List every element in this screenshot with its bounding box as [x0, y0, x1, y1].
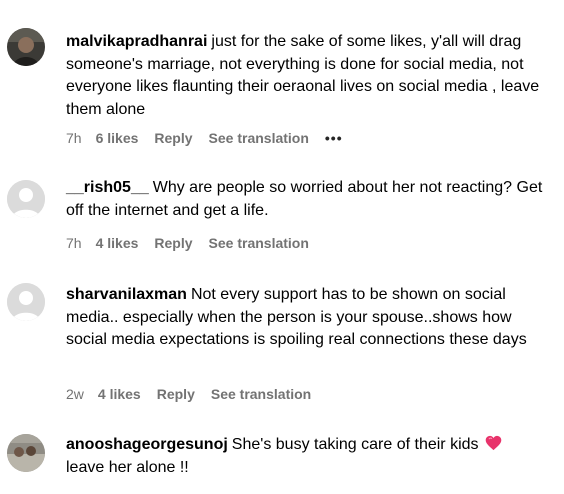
default-avatar-icon: [7, 180, 45, 218]
comment-text: __rish05__ Why are people so worried abou…: [66, 177, 556, 222]
comment-actions: 7h 4 likes Reply See translation: [66, 233, 325, 253]
default-avatar-icon: [7, 283, 45, 321]
avatar[interactable]: [7, 283, 45, 321]
avatar[interactable]: [7, 180, 45, 218]
more-options-icon[interactable]: •••: [325, 130, 343, 146]
comment-text: malvikapradhanrai just for the sake of so…: [66, 31, 556, 121]
comment-text: sharvanilaxman Not every support has to b…: [66, 284, 556, 352]
comment-text: anooshageorgesunoj She's busy taking care…: [66, 434, 556, 479]
comment-username[interactable]: sharvanilaxman: [66, 286, 187, 303]
comment-body: She's busy taking care of their kids: [231, 436, 479, 453]
see-translation-button[interactable]: See translation: [211, 386, 311, 402]
comment-time[interactable]: 7h: [66, 235, 82, 251]
see-translation-button[interactable]: See translation: [209, 235, 309, 251]
reply-button[interactable]: Reply: [154, 235, 192, 251]
reply-button[interactable]: Reply: [157, 386, 195, 402]
avatar[interactable]: [7, 434, 45, 472]
avatar[interactable]: [7, 28, 45, 66]
comment-time[interactable]: 7h: [66, 130, 82, 146]
comment-actions: 2w 4 likes Reply See translation: [66, 384, 327, 404]
comment-actions: 7h 6 likes Reply See translation •••: [66, 128, 359, 148]
comment-body-continued: leave her alone !!: [66, 458, 189, 476]
comment-likes[interactable]: 6 likes: [96, 130, 139, 146]
comment-likes[interactable]: 4 likes: [96, 235, 139, 251]
see-translation-button[interactable]: See translation: [209, 130, 309, 146]
reply-button[interactable]: Reply: [154, 130, 192, 146]
heart-icon: [485, 435, 502, 451]
comment-likes[interactable]: 4 likes: [98, 386, 141, 402]
comment-username[interactable]: __rish05__: [66, 179, 149, 196]
comment-username[interactable]: malvikapradhanrai: [66, 33, 207, 50]
comment-time[interactable]: 2w: [66, 386, 84, 402]
comment-username[interactable]: anooshageorgesunoj: [66, 436, 228, 453]
